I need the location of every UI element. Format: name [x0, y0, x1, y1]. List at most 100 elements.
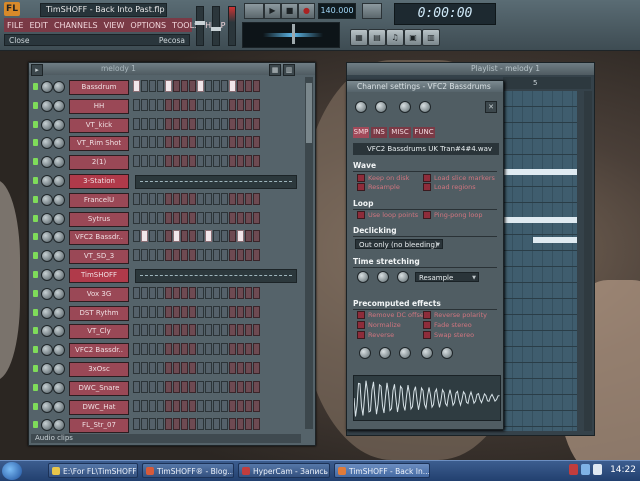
- step-button[interactable]: [165, 343, 172, 356]
- close-icon[interactable]: ✕: [485, 101, 497, 113]
- piano-roll-preview[interactable]: [135, 269, 297, 283]
- channel-name-button[interactable]: FL_Str_07: [69, 418, 129, 434]
- step-button[interactable]: [197, 286, 204, 299]
- step-button[interactable]: [213, 249, 220, 262]
- start-button[interactable]: [2, 462, 22, 480]
- step-button[interactable]: [133, 362, 140, 374]
- step-button[interactable]: [181, 324, 188, 337]
- swap-stereo-checkbox[interactable]: Swap stereo: [423, 331, 474, 339]
- step-button[interactable]: [165, 305, 172, 318]
- mixer-track-knob[interactable]: [419, 101, 431, 113]
- step-button[interactable]: [205, 324, 212, 337]
- step-button[interactable]: [237, 305, 244, 318]
- step-button[interactable]: [189, 324, 196, 337]
- playlist-ruler[interactable]: 5: [503, 77, 591, 89]
- load-regions-checkbox[interactable]: Load regions: [423, 183, 476, 191]
- channel-name-button[interactable]: Sytrus: [69, 211, 129, 227]
- step-button[interactable]: [149, 249, 156, 262]
- step-button[interactable]: [165, 211, 172, 224]
- step-button[interactable]: [221, 136, 228, 149]
- step-button[interactable]: [205, 305, 212, 318]
- step-button[interactable]: [197, 305, 204, 318]
- step-button[interactable]: [229, 380, 236, 393]
- step-button[interactable]: [157, 136, 164, 149]
- step-button[interactable]: [181, 211, 188, 224]
- step-button[interactable]: [253, 80, 260, 92]
- record-button[interactable]: ●: [298, 3, 315, 19]
- channel-name-button[interactable]: 2(1): [69, 155, 129, 171]
- step-button[interactable]: [165, 136, 172, 149]
- step-button[interactable]: [157, 380, 164, 393]
- step-button[interactable]: [205, 80, 212, 92]
- step-button[interactable]: [181, 98, 188, 111]
- step-button[interactable]: [205, 98, 212, 111]
- tab-func[interactable]: FUNC: [413, 127, 435, 138]
- channel-name-button[interactable]: VFC2 Bassdr..: [69, 230, 129, 246]
- channel-pan-knob[interactable]: [41, 344, 53, 357]
- step-button[interactable]: [205, 286, 212, 299]
- step-button[interactable]: [181, 286, 188, 299]
- taskbar-item-hypercam[interactable]: HyperCam - Запись: [238, 463, 330, 478]
- step-button[interactable]: [229, 80, 236, 92]
- step-button[interactable]: [133, 399, 140, 412]
- step-button[interactable]: [133, 192, 140, 205]
- channel-volume-knob[interactable]: [53, 156, 65, 169]
- step-button[interactable]: [253, 155, 260, 168]
- step-button[interactable]: [213, 286, 220, 299]
- channel-mute-led[interactable]: [33, 158, 38, 166]
- step-button[interactable]: [157, 230, 164, 243]
- step-button[interactable]: [229, 192, 236, 205]
- step-button[interactable]: [253, 324, 260, 337]
- channel-name-button[interactable]: FrancelU: [69, 192, 129, 208]
- step-button[interactable]: [189, 362, 196, 374]
- channel-volume-knob[interactable]: [53, 193, 65, 206]
- channel-mute-led[interactable]: [33, 195, 38, 203]
- channel-pan-knob[interactable]: [41, 419, 53, 432]
- step-button[interactable]: [197, 418, 204, 431]
- step-button[interactable]: [141, 192, 148, 205]
- step-button[interactable]: [237, 324, 244, 337]
- step-button[interactable]: [157, 80, 164, 92]
- step-button[interactable]: [205, 249, 212, 262]
- step-button[interactable]: [181, 136, 188, 149]
- playlist-button[interactable]: ▦: [350, 29, 368, 46]
- playlist-grid[interactable]: [503, 91, 577, 431]
- menu-edit[interactable]: EDIT: [29, 21, 47, 30]
- step-button[interactable]: [245, 286, 252, 299]
- step-button[interactable]: [173, 155, 180, 168]
- step-button[interactable]: [165, 155, 172, 168]
- step-button[interactable]: [189, 418, 196, 431]
- step-button[interactable]: [245, 80, 252, 92]
- step-button[interactable]: [213, 362, 220, 374]
- remove-dc-offset-checkbox[interactable]: Remove DC offset: [357, 311, 426, 319]
- step-button[interactable]: [181, 80, 188, 92]
- channel-name-button[interactable]: HH: [69, 98, 129, 114]
- step-button[interactable]: [205, 136, 212, 149]
- step-button[interactable]: [141, 211, 148, 224]
- step-button[interactable]: [221, 343, 228, 356]
- step-button[interactable]: [197, 380, 204, 393]
- step-button[interactable]: [245, 117, 252, 130]
- step-button[interactable]: [181, 249, 188, 262]
- channel-volume-knob[interactable]: [53, 400, 65, 413]
- step-button[interactable]: [237, 211, 244, 224]
- step-sequencer-menu-icon[interactable]: ▸: [31, 64, 43, 76]
- effect-knob[interactable]: [421, 347, 433, 359]
- step-button[interactable]: [205, 399, 212, 412]
- menu-options[interactable]: OPTIONS: [130, 21, 166, 30]
- channel-volume-knob[interactable]: [53, 99, 65, 112]
- channel-pan-knob[interactable]: [41, 306, 53, 319]
- step-button[interactable]: [253, 380, 260, 393]
- step-button[interactable]: [197, 136, 204, 149]
- step-button[interactable]: [221, 305, 228, 318]
- step-button[interactable]: [197, 192, 204, 205]
- step-button[interactable]: [149, 80, 156, 92]
- step-button[interactable]: [173, 324, 180, 337]
- step-button[interactable]: [253, 249, 260, 262]
- step-button[interactable]: [157, 117, 164, 130]
- step-button[interactable]: [157, 305, 164, 318]
- stretch-mul-knob[interactable]: [377, 271, 389, 283]
- pattern-selector[interactable]: [362, 3, 382, 19]
- step-button[interactable]: [221, 211, 228, 224]
- step-button[interactable]: [237, 286, 244, 299]
